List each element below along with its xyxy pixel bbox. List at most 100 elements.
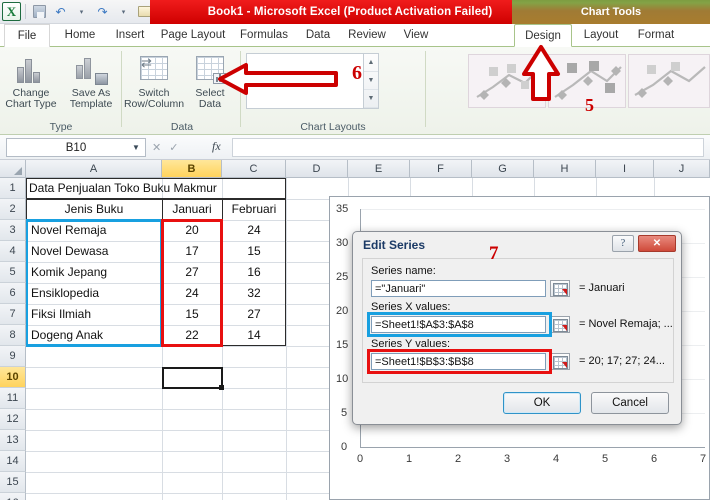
- x-tick-0: 0: [357, 453, 364, 465]
- series-name-input[interactable]: ="Januari": [371, 280, 546, 297]
- group-divider-3: [425, 51, 426, 127]
- x-tick-3: 3: [504, 453, 511, 465]
- undo-dropdown-icon[interactable]: ▾: [72, 2, 91, 21]
- tab-format[interactable]: Format: [630, 24, 682, 47]
- column-header-f[interactable]: F: [410, 160, 472, 178]
- name-box[interactable]: B10: [6, 138, 146, 157]
- excel-logo-icon[interactable]: X: [2, 2, 21, 21]
- window-title: Book1 - Microsoft Excel (Product Activat…: [207, 6, 493, 18]
- x-tick-1: 1: [406, 453, 413, 465]
- series-x-result: = Novel Remaja; ...: [579, 318, 673, 330]
- cancel-button[interactable]: Cancel: [591, 392, 669, 414]
- undo-icon[interactable]: ↶: [51, 2, 70, 21]
- ribbon: Change Chart Type Save As Template Type: [0, 47, 710, 135]
- row-header-1[interactable]: 1: [0, 178, 26, 199]
- annotation-number-6: 6: [352, 62, 362, 84]
- chart-tools-label: Chart Tools: [580, 6, 642, 18]
- row-header-6[interactable]: 6: [0, 283, 26, 304]
- active-cell-b10[interactable]: [162, 367, 224, 390]
- series-name-label: Series name:: [371, 265, 436, 277]
- ok-button[interactable]: OK: [503, 392, 581, 414]
- row-header-5[interactable]: 5: [0, 262, 26, 283]
- tab-view[interactable]: View: [396, 24, 436, 47]
- x-tick-2: 2: [455, 453, 462, 465]
- series-x-range-picker-icon[interactable]: [550, 316, 570, 333]
- save-icon[interactable]: [30, 2, 49, 21]
- save-as-template-line2: Template: [69, 98, 113, 110]
- change-chart-type-line2: Chart Type: [5, 98, 57, 110]
- row-header-8[interactable]: 8: [0, 325, 26, 346]
- bar-chart-icon: [14, 53, 48, 85]
- dialog-title: Edit Series: [363, 238, 426, 252]
- name-box-dropdown-icon[interactable]: ▼: [128, 138, 144, 157]
- column-header-g[interactable]: G: [472, 160, 534, 178]
- close-icon[interactable]: ✕: [638, 235, 676, 252]
- series-y-range-picker-icon[interactable]: [550, 353, 570, 370]
- excel-window: X ↶ ▾ ↷ ▾ ▾ Book1 - Microsoft Excel (Pro…: [0, 0, 710, 500]
- switch-row-column-button[interactable]: ⇄ Switch Row/Column: [123, 53, 185, 115]
- column-header-b[interactable]: B: [162, 160, 222, 178]
- row-header-14[interactable]: 14: [0, 451, 26, 472]
- tab-layout[interactable]: Layout: [576, 24, 626, 47]
- annotation-arrow-design-tab: [522, 45, 560, 101]
- column-header-j[interactable]: J: [654, 160, 710, 178]
- save-as-template-button[interactable]: Save As Template: [62, 53, 120, 115]
- column-header-i[interactable]: I: [596, 160, 654, 178]
- template-icon: [74, 53, 108, 85]
- row-header-2[interactable]: 2: [0, 199, 26, 220]
- column-header-e[interactable]: E: [348, 160, 410, 178]
- cancel-icon[interactable]: ✕: [152, 141, 161, 154]
- column-header-c[interactable]: C: [222, 160, 286, 178]
- highlight-series-x-field: [367, 312, 552, 337]
- insert-function-icon[interactable]: fx: [212, 139, 221, 154]
- highlight-series-y-range: [161, 219, 223, 347]
- row-header-16[interactable]: 16: [0, 493, 26, 500]
- ribbon-tab-strip: File Home Insert Page Layout Formulas Da…: [0, 24, 710, 47]
- formula-bar: B10 ▼ ✕ ✓ fx: [0, 135, 710, 160]
- row-header-11[interactable]: 11: [0, 388, 26, 409]
- row-header-4[interactable]: 4: [0, 241, 26, 262]
- select-data-line2: Data: [198, 98, 222, 110]
- help-icon[interactable]: ?: [612, 235, 634, 252]
- ribbon-group-label-chart-layouts: Chart Layouts: [300, 121, 366, 133]
- column-header-d[interactable]: D: [286, 160, 348, 178]
- row-header-13[interactable]: 13: [0, 430, 26, 451]
- change-chart-type-button[interactable]: Change Chart Type: [2, 53, 60, 115]
- scroll-up-icon[interactable]: ▲: [364, 54, 378, 72]
- tab-insert[interactable]: Insert: [108, 24, 152, 47]
- row-header-3[interactable]: 3: [0, 220, 26, 241]
- enter-icon[interactable]: ✓: [169, 141, 178, 154]
- chart-layouts-scrollbar[interactable]: ▲ ▼ ▼: [364, 53, 379, 109]
- scroll-down-icon[interactable]: ▼: [364, 72, 378, 90]
- column-header-h[interactable]: H: [534, 160, 596, 178]
- series-name-range-picker-icon[interactable]: [550, 280, 570, 297]
- tab-formulas[interactable]: Formulas: [234, 24, 294, 47]
- tab-review[interactable]: Review: [342, 24, 392, 47]
- row-header-10[interactable]: 10: [0, 367, 26, 388]
- switch-row-column-icon: ⇄: [137, 53, 171, 85]
- row-header-12[interactable]: 12: [0, 409, 26, 430]
- more-layouts-icon[interactable]: ▼: [364, 90, 378, 108]
- column-header-a[interactable]: A: [26, 160, 162, 178]
- switch-row-column-line2: Row/Column: [123, 98, 185, 110]
- x-tick-6: 6: [651, 453, 658, 465]
- chart-style-thumb-3[interactable]: [628, 54, 710, 108]
- title-bar: X ↶ ▾ ↷ ▾ ▾ Book1 - Microsoft Excel (Pro…: [0, 0, 710, 24]
- select-all-corner[interactable]: [0, 160, 26, 178]
- tab-page-layout[interactable]: Page Layout: [156, 24, 230, 47]
- edit-series-dialog[interactable]: Edit Series ? ✕ Series name: ="Januari" …: [352, 231, 682, 425]
- row-header-9[interactable]: 9: [0, 346, 26, 367]
- tab-file[interactable]: File: [4, 24, 50, 47]
- redo-icon[interactable]: ↷: [93, 2, 112, 21]
- row-header-7[interactable]: 7: [0, 304, 26, 325]
- formula-input[interactable]: [232, 138, 704, 157]
- redo-dropdown-icon[interactable]: ▾: [114, 2, 133, 21]
- formula-bar-buttons: ✕ ✓: [152, 138, 212, 157]
- series-y-result: = 20; 17; 27; 24...: [579, 355, 665, 367]
- x-tick-4: 4: [553, 453, 560, 465]
- highlight-series-x-range: [26, 219, 163, 347]
- row-header-15[interactable]: 15: [0, 472, 26, 493]
- tab-home[interactable]: Home: [56, 24, 104, 47]
- annotation-number-7: 7: [489, 243, 499, 264]
- tab-data[interactable]: Data: [298, 24, 338, 47]
